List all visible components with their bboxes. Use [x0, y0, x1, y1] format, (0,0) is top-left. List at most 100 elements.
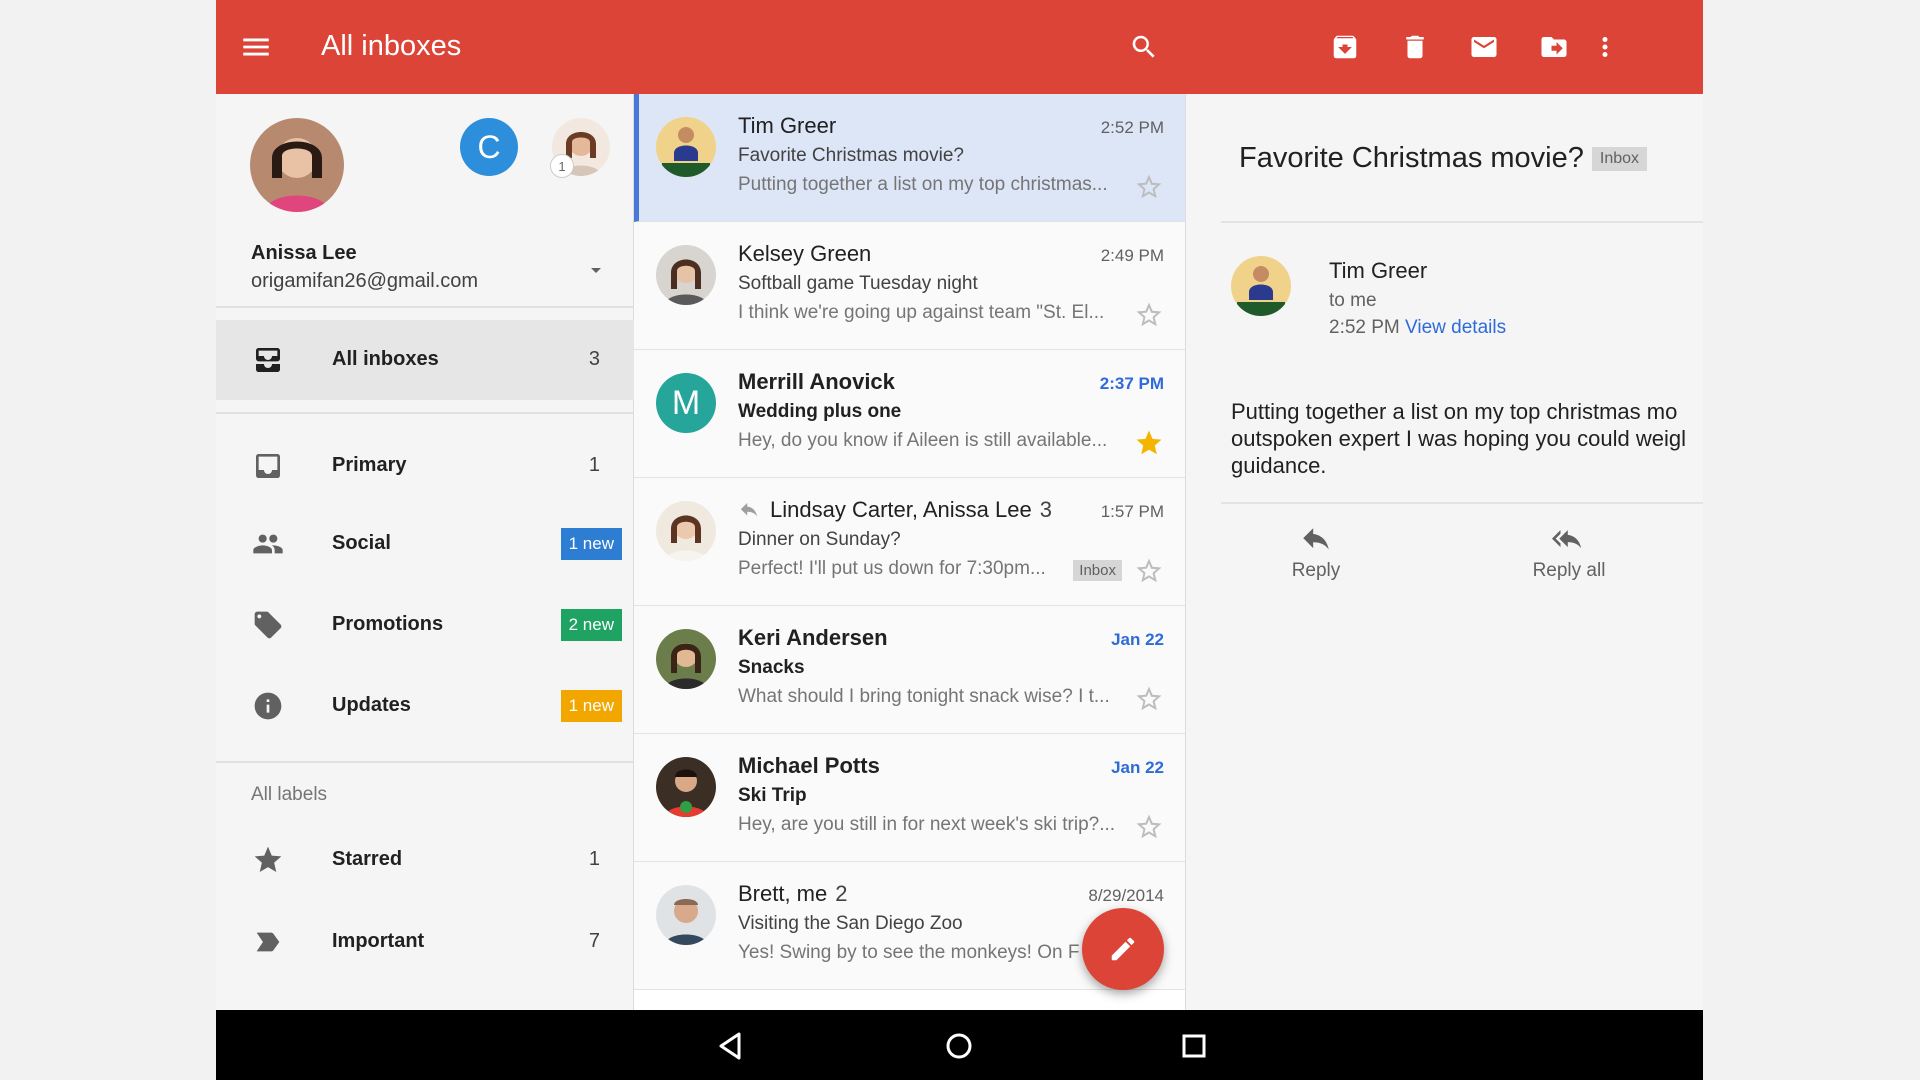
reply-all-button[interactable]: Reply all [1499, 526, 1639, 582]
nav-count: 7 [588, 930, 600, 952]
all-labels-heading: All labels [251, 784, 328, 805]
home-icon[interactable] [939, 1026, 979, 1066]
info-icon [254, 692, 282, 720]
nav-updates[interactable]: Updates 1 new [216, 666, 634, 746]
message-time: 2:52 PM [1329, 317, 1400, 338]
conversation-row[interactable]: Tim Greer 2:52 PM Favorite Christmas mov… [634, 94, 1185, 222]
star-outline-icon[interactable] [1134, 300, 1164, 330]
sender-names: Brett, me [738, 881, 828, 906]
sender-name: Tim Greer [1329, 258, 1428, 283]
reply-icon [1303, 528, 1329, 550]
sender-avatar [656, 501, 716, 561]
snippet: Hey, do you know if Aileen is still avai… [738, 430, 1108, 451]
search-icon [1132, 35, 1155, 58]
header-divider [1221, 221, 1703, 223]
more-options-button[interactable] [1585, 27, 1625, 67]
nav-important[interactable]: Important 7 [216, 902, 634, 982]
star-outline-icon[interactable] [1134, 812, 1164, 842]
subject: Snacks [738, 657, 805, 678]
timestamp: 2:37 PM [1099, 374, 1164, 393]
other-account-avatar[interactable]: C [460, 118, 518, 176]
conversation-row[interactable]: Lindsay Carter, Anissa Lee 3 1:57 PM Dinn… [634, 478, 1185, 606]
subject: Ski Trip [738, 785, 807, 806]
sender-names: Lindsay Carter, Anissa Lee [770, 497, 1032, 522]
sender-name: Brett, me 2 [738, 881, 848, 907]
mark-unread-icon [1471, 37, 1497, 57]
new-count-badge: 1 new [560, 528, 622, 560]
app-toolbar: All inboxes [216, 0, 1703, 94]
subject: Dinner on Sunday? [738, 529, 901, 550]
snippet: I think we're going up against team "St.… [738, 302, 1105, 323]
sender-avatar[interactable] [1231, 256, 1291, 316]
drawer-divider [216, 761, 634, 763]
archive-button[interactable] [1325, 27, 1365, 67]
important-icon [256, 932, 280, 952]
compose-button[interactable] [1082, 908, 1164, 990]
conversation-row[interactable]: Keri Andersen Jan 22 Snacks What should … [634, 606, 1185, 734]
star-outline-icon[interactable] [1134, 556, 1164, 586]
snippet: Yes! Swing by to see the monkeys! On F [738, 942, 1080, 963]
recipient-line: to me [1329, 290, 1377, 311]
search-button[interactable] [1124, 27, 1164, 67]
menu-button[interactable] [236, 27, 276, 67]
timestamp: 2:52 PM [1100, 118, 1164, 137]
star-icon [254, 846, 282, 872]
menu-icon [243, 38, 269, 56]
move-to-button[interactable] [1534, 27, 1574, 67]
reply-button[interactable]: Reply [1246, 526, 1386, 582]
star-filled-icon[interactable] [1134, 428, 1164, 458]
reply-label: Reply [1291, 560, 1341, 581]
star-outline-icon[interactable] [1134, 684, 1164, 714]
reply-all-label: Reply all [1532, 560, 1606, 581]
subject-text: Favorite Christmas movie? [1239, 142, 1584, 174]
nav-count: 3 [588, 348, 600, 370]
recents-icon[interactable] [1174, 1026, 1214, 1066]
inbox-icon [256, 454, 280, 478]
timestamp: Jan 22 [1111, 630, 1164, 649]
account-avatar[interactable] [250, 118, 344, 212]
sender-avatar [656, 629, 716, 689]
nav-promotions[interactable]: Promotions 2 new [216, 585, 634, 665]
thread-count: 3 [1039, 497, 1052, 522]
navigation-drawer: C 1 Anissa Lee origamifan26@gmail.com Al… [216, 94, 634, 1010]
gmail-app: All inboxes C 1 Anissa Lee origamifan26@… [216, 0, 1703, 1080]
timestamp: 1:57 PM [1100, 502, 1164, 521]
sender-name: Kelsey Green [738, 241, 872, 266]
timestamp: 2:49 PM [1100, 246, 1164, 265]
back-icon[interactable] [711, 1026, 751, 1066]
dropdown-arrow-icon [591, 268, 601, 273]
snippet: Perfect! I'll put us down for 7:30pm... [738, 558, 1046, 579]
nav-starred[interactable]: Starred 1 [216, 820, 634, 900]
system-navigation-bar [216, 1010, 1703, 1080]
people-icon [253, 534, 283, 554]
delete-button[interactable] [1395, 27, 1435, 67]
conversation-row[interactable]: M Merrill Anovick 2:37 PM Wedding plus o… [634, 350, 1185, 478]
nav-label: Primary [332, 454, 407, 476]
nav-social[interactable]: Social 1 new [216, 504, 634, 584]
nav-count: 1 [588, 454, 600, 476]
account-notification-badge: 1 [550, 154, 574, 178]
sender-name: Merrill Anovick [738, 369, 895, 394]
move-to-icon [1541, 37, 1567, 57]
all-inboxes-icon [256, 348, 280, 372]
mark-unread-button[interactable] [1464, 27, 1504, 67]
new-count-badge: 1 new [560, 690, 622, 722]
nav-primary[interactable]: Primary 1 [216, 426, 634, 506]
account-switcher-toggle[interactable] [584, 258, 608, 282]
inbox-label-chip[interactable]: Inbox [1591, 147, 1648, 172]
nav-label: Updates [332, 694, 411, 716]
star-outline-icon[interactable] [1134, 172, 1164, 202]
conversation-row[interactable]: Kelsey Green 2:49 PM Softball game Tuesd… [634, 222, 1185, 350]
view-details-link[interactable]: View details [1405, 317, 1506, 338]
account-name: Anissa Lee [251, 242, 357, 264]
pencil-icon [1111, 937, 1135, 961]
new-count-badge: 2 new [560, 609, 622, 641]
snippet: Putting together a list on my top christ… [738, 174, 1108, 195]
drawer-divider [216, 412, 634, 414]
message-meta: 2:52 PM View details [1329, 317, 1506, 339]
conversation-row[interactable]: Michael Potts Jan 22 Ski Trip Hey, are y… [634, 734, 1185, 862]
subject: Softball game Tuesday night [738, 273, 978, 294]
thread-count: 2 [835, 881, 848, 906]
nav-all-inboxes[interactable]: All inboxes 3 [216, 320, 634, 400]
toolbar-title: All inboxes [321, 30, 462, 62]
